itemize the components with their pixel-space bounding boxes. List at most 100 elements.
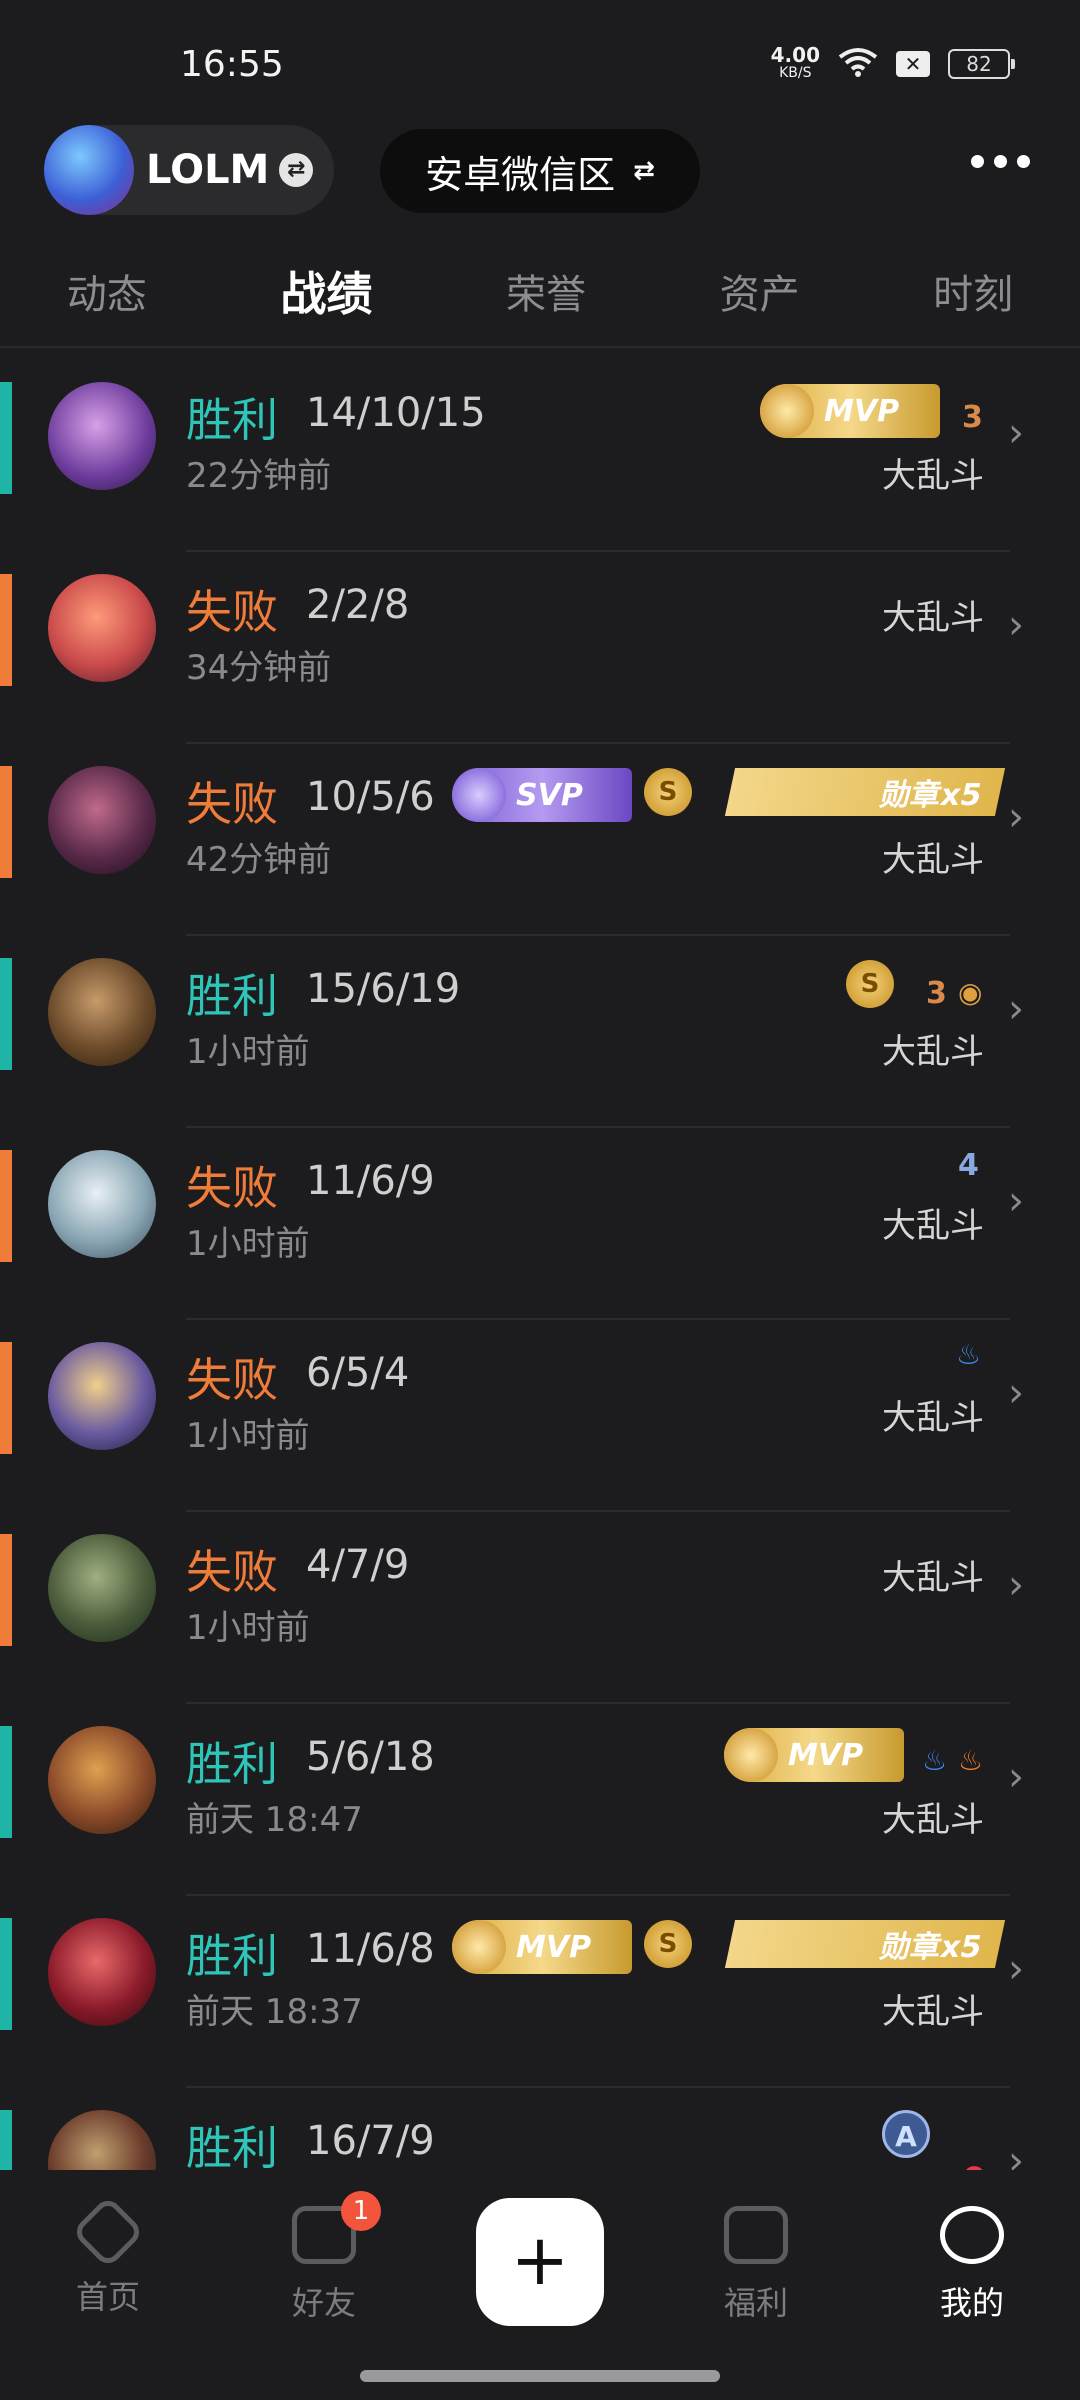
match-result: 失败 [186, 1161, 278, 1215]
match-kda: 10/5/6 [306, 774, 435, 820]
tab-records[interactable]: 战绩 [280, 258, 372, 324]
match-kda: 11/6/8 [306, 1926, 435, 1972]
match-row[interactable]: 失败 11/6/9 1小时前 4 大乱斗 › [0, 1128, 1080, 1320]
tab-dynamics[interactable]: 动态 [67, 262, 147, 320]
more-dot-icon [971, 155, 984, 168]
match-kda: 4/7/9 [306, 1542, 410, 1588]
hero-avatar [48, 1534, 156, 1642]
match-result: 胜利 [186, 1929, 278, 1983]
result-indicator [0, 1342, 12, 1454]
match-time: 1小时前 [186, 1416, 310, 1456]
match-row[interactable]: 胜利 5/6/18 前天 18:47 MVP ♨ ♨ 大乱斗 › [0, 1704, 1080, 1896]
match-kda: 15/6/19 [306, 966, 461, 1012]
chevron-right-icon: › [1008, 1370, 1024, 1416]
status-icons: 4.00 KB/S ✕ 82 [771, 45, 1015, 82]
match-time: 42分钟前 [186, 840, 332, 880]
server-name: 安卓微信区 [425, 152, 616, 197]
match-list[interactable]: 胜利 14/10/15 22分钟前 MVP 3 大乱斗 › 失败 2/2/8 3… [0, 360, 1080, 2170]
tab-moments[interactable]: 时刻 [933, 262, 1013, 320]
hero-avatar [48, 2110, 156, 2170]
match-time: 22分钟前 [186, 456, 332, 496]
match-mode: 大乱斗 [882, 1992, 984, 2032]
hero-avatar [48, 1918, 156, 2026]
nav-welfare[interactable]: 福利 [676, 2206, 836, 2324]
match-mode: 大乱斗 [882, 1032, 984, 1072]
gold-stack-icon: ◉ [958, 976, 983, 1009]
mvp-badge: MVP [724, 1728, 904, 1782]
water-flame-icon: ♨ [922, 1744, 948, 1777]
match-time: 1小时前 [186, 1032, 310, 1072]
match-row[interactable]: 胜利 14/10/15 22分钟前 MVP 3 大乱斗 › [0, 360, 1080, 552]
match-row[interactable]: 失败 6/5/4 1小时前 ♨ 大乱斗 › [0, 1320, 1080, 1512]
result-indicator [0, 1918, 12, 2030]
water-flame-icon: ♨ [956, 1338, 982, 1371]
result-indicator [0, 766, 12, 878]
match-time: 34分钟前 [186, 648, 332, 688]
battery-icon: 82 [948, 49, 1015, 79]
tab-honor[interactable]: 荣誉 [506, 262, 586, 320]
network-speed: 4.00 KB/S [771, 45, 820, 82]
swap-server-icon: ⇄ [633, 156, 655, 186]
match-time: 1小时前 [186, 1224, 310, 1264]
tab-assets[interactable]: 资产 [720, 262, 800, 320]
nav-friends-label: 好友 [291, 2284, 356, 2322]
nav-welfare-label: 福利 [723, 2284, 788, 2322]
match-mode: 大乱斗 [882, 1800, 984, 1840]
mvp-badge: MVP [452, 1920, 632, 1974]
match-time: 前天 18:37 [186, 1992, 363, 2032]
result-indicator [0, 1534, 12, 1646]
friends-badge: 1 [341, 2191, 381, 2231]
match-result: 胜利 [186, 393, 278, 447]
match-row[interactable]: 胜利 16/7/9 A ● › [0, 2088, 1080, 2170]
match-row[interactable]: 胜利 11/6/8 前天 18:37 MVP S 勋章x5 大乱斗 › [0, 1896, 1080, 2088]
status-bar: 16:55 4.00 KB/S ✕ 82 [0, 0, 1080, 120]
result-indicator [0, 574, 12, 686]
mvp-badge: MVP [760, 384, 940, 438]
hero-avatar [48, 766, 156, 874]
match-kda: 14/10/15 [306, 390, 486, 436]
blood-drop-icon: ● [962, 2158, 986, 2170]
hero-avatar [48, 958, 156, 1066]
add-button[interactable]: + [476, 2198, 604, 2326]
chevron-right-icon: › [1008, 2138, 1024, 2170]
chevron-right-icon: › [1008, 986, 1024, 1032]
match-row[interactable]: 失败 2/2/8 34分钟前 大乱斗 › [0, 552, 1080, 744]
game-name: LOLM [146, 147, 270, 193]
match-result: 失败 [186, 1353, 278, 1407]
medal-badge: 勋章x5 [724, 1920, 1006, 1968]
match-mode: 大乱斗 [882, 456, 984, 496]
chevron-right-icon: › [1008, 602, 1024, 648]
server-switcher[interactable]: 安卓微信区 ⇄ [380, 129, 700, 213]
chevron-right-icon: › [1008, 1754, 1024, 1800]
wifi-icon [838, 47, 878, 81]
chevron-right-icon: › [1008, 1178, 1024, 1224]
match-row[interactable]: 胜利 15/6/19 1小时前 S 3 ◉ 大乱斗 › [0, 936, 1080, 1128]
nav-mine[interactable]: 我的 [892, 2206, 1052, 2324]
game-switcher[interactable]: LOLM ⇄ [44, 125, 334, 215]
chevron-right-icon: › [1008, 794, 1024, 840]
home-icon [71, 2195, 145, 2269]
match-mode: 大乱斗 [882, 1206, 984, 1246]
hero-avatar [48, 382, 156, 490]
match-row[interactable]: 失败 4/7/9 1小时前 大乱斗 › [0, 1512, 1080, 1704]
hero-avatar [48, 1726, 156, 1834]
more-options-button[interactable] [971, 155, 1030, 168]
coin-icon: S [846, 960, 894, 1008]
home-indicator [360, 2370, 720, 2382]
match-kda: 11/6/9 [306, 1158, 435, 1204]
match-row[interactable]: 失败 10/5/6 42分钟前 SVP S 勋章x5 大乱斗 › [0, 744, 1080, 936]
match-result: 胜利 [186, 969, 278, 1023]
match-result: 胜利 [186, 1737, 278, 1791]
status-time: 16:55 [180, 44, 284, 85]
match-result: 失败 [186, 1545, 278, 1599]
fire-icon: ♨ [958, 1744, 984, 1777]
swap-game-icon: ⇄ [279, 153, 314, 187]
nav-home[interactable]: 首页 [28, 2195, 188, 2318]
result-indicator [0, 958, 12, 1070]
hero-avatar [48, 574, 156, 682]
match-kda: 2/2/8 [306, 582, 410, 628]
match-mode: 大乱斗 [882, 1558, 984, 1598]
match-mode: 大乱斗 [882, 840, 984, 880]
nav-friends[interactable]: 1 好友 [244, 2191, 404, 2324]
match-kda: 16/7/9 [306, 2118, 435, 2164]
